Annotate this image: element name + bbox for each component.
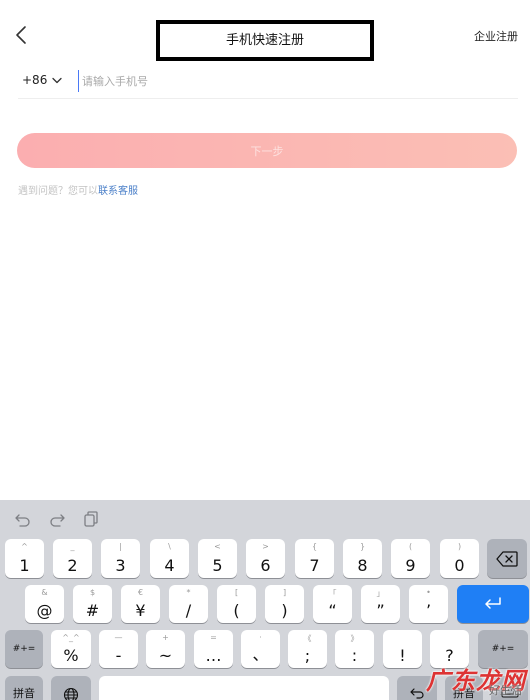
key-left-quote[interactable]: 「“ xyxy=(313,585,352,623)
key-right-quote[interactable]: 」” xyxy=(361,585,400,623)
key-0[interactable]: ) 0 xyxy=(440,539,479,578)
key-ellipsis[interactable]: =… xyxy=(194,630,233,668)
key-hyphen[interactable]: — - xyxy=(99,630,138,668)
country-code-value: +86 xyxy=(22,73,48,87)
next-step-button[interactable]: 下一步 xyxy=(17,133,517,168)
key-tilde[interactable]: + ~ xyxy=(146,630,185,668)
key-3[interactable]: | 3 xyxy=(101,539,140,578)
key-left-paren[interactable]: [( xyxy=(217,585,256,623)
country-code-selector[interactable]: +86 xyxy=(22,73,62,87)
return-icon xyxy=(485,597,501,609)
key-at[interactable]: & @ xyxy=(25,585,64,623)
key-2[interactable]: _ 2 xyxy=(53,539,92,578)
key-9[interactable]: (9 xyxy=(391,539,430,578)
undo-arrow-icon xyxy=(410,688,424,699)
paste-button[interactable] xyxy=(82,510,100,528)
chevron-down-icon xyxy=(52,77,62,83)
page-title: 手机快速注册 xyxy=(225,33,304,48)
space-key[interactable] xyxy=(99,676,389,700)
key-hash[interactable]: $ # xyxy=(73,585,112,623)
keyboard-toolbar xyxy=(14,510,100,528)
key-slash[interactable]: * / xyxy=(169,585,208,623)
chevron-left-icon xyxy=(16,26,26,44)
key-4[interactable]: \ 4 xyxy=(150,539,189,578)
help-prefix: 遇到问题？您可以 xyxy=(18,186,98,197)
globe-key[interactable] xyxy=(51,676,91,700)
redo-icon xyxy=(50,514,65,527)
key-apostrophe[interactable]: •’ xyxy=(409,585,448,623)
undo-button[interactable] xyxy=(14,510,32,528)
contact-support-link[interactable]: 联系客服 xyxy=(98,186,138,197)
key-8[interactable]: } 8 xyxy=(343,539,382,578)
phone-input[interactable] xyxy=(78,70,508,92)
help-text: 遇到问题？您可以联系客服 xyxy=(18,182,138,197)
pinyin-key[interactable]: 拼音 xyxy=(5,676,43,700)
page-title-box: 手机快速注册 xyxy=(156,20,374,61)
backspace-key[interactable] xyxy=(487,539,527,578)
key-enumeration-comma[interactable]: ·、 xyxy=(241,630,280,668)
key-6[interactable]: >6 xyxy=(246,539,285,578)
backspace-icon xyxy=(496,550,518,567)
key-1[interactable]: ^ 1 xyxy=(5,539,44,578)
enterprise-register-link[interactable]: 企业注册 xyxy=(474,28,518,44)
watermark-sub: 好生活 xyxy=(489,684,522,697)
clipboard-icon xyxy=(84,511,98,527)
symbols-shift-key[interactable]: #+= xyxy=(5,630,43,668)
redo-button[interactable] xyxy=(48,510,66,528)
key-7[interactable]: {7 xyxy=(295,539,334,578)
key-right-paren[interactable]: ]) xyxy=(265,585,304,623)
key-yen[interactable]: € ¥ xyxy=(121,585,160,623)
globe-icon xyxy=(63,687,79,700)
key-5[interactable]: <5 xyxy=(198,539,237,578)
back-button[interactable] xyxy=(12,24,32,46)
input-divider xyxy=(18,98,518,99)
key-colon[interactable]: 》: xyxy=(335,630,374,668)
key-semicolon[interactable]: 《; xyxy=(288,630,327,668)
key-percent[interactable]: ^_^% xyxy=(51,630,91,668)
return-key[interactable] xyxy=(457,585,529,623)
key-exclamation[interactable]: ! xyxy=(383,630,422,668)
keyboard: ^ 1 _ 2 | 3 \ 4 <5 >6 {7 } 8 (9 ) 0 & @ $ # € ¥ *… xyxy=(0,500,530,700)
undo-icon xyxy=(15,514,30,527)
